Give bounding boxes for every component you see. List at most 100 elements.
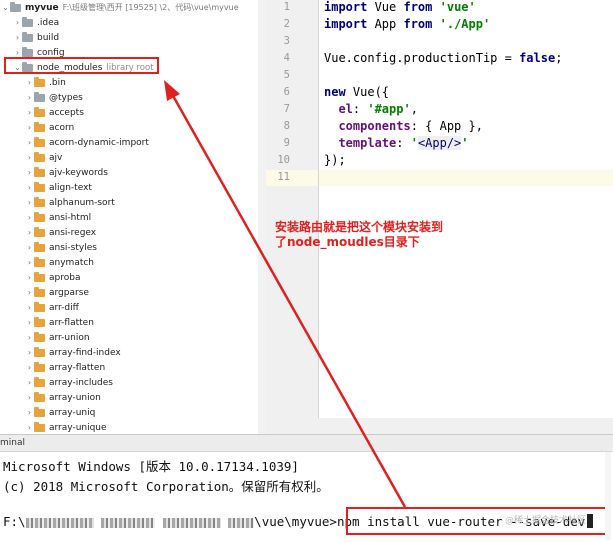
folder-icon xyxy=(34,301,45,312)
code-line: template: '<App/>' xyxy=(324,136,469,150)
tree-item[interactable]: › @types xyxy=(0,90,266,105)
tree-item-label: myvue xyxy=(25,2,59,13)
chevron-right-icon[interactable]: › xyxy=(13,48,22,57)
code-token: import xyxy=(324,17,368,31)
tree-item-label: .idea xyxy=(37,17,60,28)
chevron-right-icon[interactable]: › xyxy=(25,108,34,117)
tree-item[interactable]: › argparse xyxy=(0,285,266,300)
code-token: : xyxy=(396,136,411,150)
code-token: , xyxy=(410,102,418,116)
folder-icon xyxy=(34,241,45,252)
tree-item[interactable]: › array-uniq xyxy=(0,405,266,420)
folder-icon xyxy=(34,256,45,267)
chevron-right-icon[interactable]: › xyxy=(25,183,34,192)
chevron-right-icon[interactable]: › xyxy=(25,423,34,432)
chevron-right-icon[interactable]: › xyxy=(25,288,34,297)
folder-icon xyxy=(10,1,21,12)
chevron-right-icon[interactable]: › xyxy=(25,153,34,162)
chevron-right-icon[interactable]: › xyxy=(25,198,34,207)
folder-icon xyxy=(34,106,45,117)
tree-item[interactable]: › array-includes xyxy=(0,375,266,390)
tree-item[interactable]: › .bin xyxy=(0,75,266,90)
tree-item-label: arr-union xyxy=(49,332,90,343)
folder-icon xyxy=(34,421,45,432)
chevron-right-icon[interactable]: › xyxy=(13,18,22,27)
tree-item[interactable]: › ansi-styles xyxy=(0,240,266,255)
folder-icon xyxy=(34,226,45,237)
tree-item[interactable]: › arr-flatten xyxy=(0,315,266,330)
tree-item-label: array-flatten xyxy=(49,362,106,373)
folder-icon xyxy=(34,76,45,87)
chevron-right-icon[interactable]: › xyxy=(25,123,34,132)
folder-icon xyxy=(34,211,45,222)
tree-item-label: anymatch xyxy=(49,257,95,268)
folder-icon xyxy=(34,121,45,132)
chevron-right-icon[interactable]: › xyxy=(25,333,34,342)
chevron-right-icon[interactable]: › xyxy=(25,138,34,147)
tree-item[interactable]: › ansi-html xyxy=(0,210,266,225)
chevron-right-icon[interactable]: › xyxy=(25,378,34,387)
chevron-right-icon[interactable]: › xyxy=(25,318,34,327)
chevron-right-icon[interactable]: › xyxy=(25,303,34,312)
folder-icon xyxy=(34,151,45,162)
tree-item[interactable]: › array-union xyxy=(0,390,266,405)
tree-item[interactable]: › array-flatten xyxy=(0,360,266,375)
tree-item-label: acorn xyxy=(49,122,75,133)
tree-item-label: argparse xyxy=(49,287,89,298)
chevron-right-icon[interactable]: › xyxy=(25,78,34,87)
code-line: new Vue({ xyxy=(324,85,389,99)
chevron-right-icon[interactable]: › xyxy=(25,408,34,417)
line-number: 1 xyxy=(283,1,290,13)
code-line: import App from './App' xyxy=(324,17,490,31)
code-token: : xyxy=(352,102,368,116)
chevron-right-icon[interactable]: › xyxy=(25,363,34,372)
tree-item[interactable]: › .idea xyxy=(0,15,266,30)
chevron-right-icon[interactable]: › xyxy=(25,168,34,177)
terminal-scrollbar[interactable] xyxy=(605,452,611,540)
chevron-down-icon[interactable]: ⌄ xyxy=(1,3,10,12)
code-token: Vue.config.productionTip = xyxy=(324,51,520,65)
tree-item[interactable]: › build xyxy=(0,30,266,45)
terminal-tool-header[interactable]: minal xyxy=(0,434,613,452)
line-number: 6 xyxy=(283,86,290,98)
chevron-right-icon[interactable]: › xyxy=(13,33,22,42)
tree-item[interactable]: › accepts xyxy=(0,105,266,120)
tree-item[interactable]: › ansi-regex xyxy=(0,225,266,240)
node-modules-highlight-box xyxy=(4,57,159,74)
tree-item[interactable]: › array-find-index xyxy=(0,345,266,360)
chevron-right-icon[interactable]: › xyxy=(25,213,34,222)
tree-item[interactable]: › acorn-dynamic-import xyxy=(0,135,266,150)
tree-item[interactable]: › align-text xyxy=(0,180,266,195)
redacted-path-1 xyxy=(25,517,94,528)
code-token: from xyxy=(403,0,433,14)
tree-item[interactable]: › aproba xyxy=(0,270,266,285)
tree-item[interactable]: ⌄ myvue F:\班级管理\西开 [19525] \2、代码\vue\myvue xyxy=(0,0,266,15)
tree-item[interactable]: › arr-diff xyxy=(0,300,266,315)
code-line: components: { App }, xyxy=(324,119,483,133)
prompt-path: \vue\myvue> xyxy=(254,514,337,529)
tree-item[interactable]: › anymatch xyxy=(0,255,266,270)
tree-item-label: array-unique xyxy=(49,422,107,433)
code-token: ; xyxy=(555,51,563,65)
terminal-tab-label[interactable]: minal xyxy=(0,438,25,448)
tree-item[interactable]: › array-unique xyxy=(0,420,266,434)
tree-item[interactable]: › arr-union xyxy=(0,330,266,345)
tree-item[interactable]: › ajv-keywords xyxy=(0,165,266,180)
tree-item[interactable]: › alphanum-sort xyxy=(0,195,266,210)
tree-item[interactable]: › acorn xyxy=(0,120,266,135)
chevron-right-icon[interactable]: › xyxy=(25,228,34,237)
chevron-right-icon[interactable]: › xyxy=(25,348,34,357)
code-token: Vue({ xyxy=(345,85,390,99)
tree-item[interactable]: › ajv xyxy=(0,150,266,165)
line-number: 3 xyxy=(283,35,290,47)
chevron-right-icon[interactable]: › xyxy=(25,243,34,252)
chevron-right-icon[interactable]: › xyxy=(25,393,34,402)
project-tree-scrollbar[interactable] xyxy=(258,0,266,434)
code-token: import xyxy=(324,0,368,14)
chevron-right-icon[interactable]: › xyxy=(25,93,34,102)
folder-icon xyxy=(34,271,45,282)
chevron-right-icon[interactable]: › xyxy=(25,273,34,282)
chevron-right-icon[interactable]: › xyxy=(25,258,34,267)
line-number: 5 xyxy=(283,69,290,81)
